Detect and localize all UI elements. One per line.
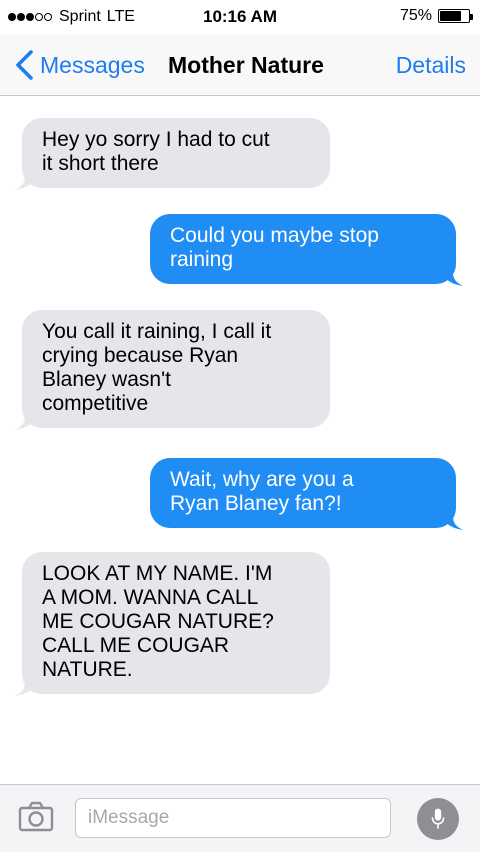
chevron-left-icon xyxy=(16,50,33,80)
status-right: 75% xyxy=(399,7,473,25)
bubble-tail xyxy=(15,416,35,430)
message-line: Hey yo sorry I had to cut xyxy=(42,128,270,151)
message-bubble-incoming: You call it raining, I call it crying be… xyxy=(15,310,330,430)
message-input[interactable] xyxy=(75,798,391,838)
bubble-tail xyxy=(443,516,463,530)
back-button[interactable]: Messages xyxy=(12,49,145,81)
nav-bar: Messages Mother Nature Details xyxy=(0,34,480,96)
battery-percent: 75% xyxy=(399,7,432,24)
battery-tip xyxy=(470,14,473,20)
message-line: ME COUGAR NATURE? xyxy=(42,610,274,633)
message-bubble-outgoing: Wait, why are you a Ryan Blaney fan?! xyxy=(150,458,463,530)
message-list: Hey yo sorry I had to cut it short there… xyxy=(0,96,480,784)
compose-bar xyxy=(0,784,480,852)
back-label: Messages xyxy=(40,51,145,78)
status-bar: Sprint LTE 10:16 AM 75% xyxy=(0,0,480,34)
battery-fill xyxy=(440,11,461,21)
message-line: Blaney wasn't xyxy=(42,368,171,391)
bubble-tail xyxy=(15,176,35,190)
message-line: LOOK AT MY NAME. I'M xyxy=(42,562,273,585)
microphone-icon xyxy=(431,808,445,829)
message-line: You call it raining, I call it xyxy=(42,320,272,343)
message-bubble-incoming: LOOK AT MY NAME. I'M A MOM. WANNA CALL M… xyxy=(15,552,330,696)
message-bubble-incoming: Hey yo sorry I had to cut it short there xyxy=(15,118,330,190)
message-line: NATURE. xyxy=(42,658,133,681)
details-button[interactable]: Details xyxy=(396,52,466,79)
message-line: it short there xyxy=(42,152,159,175)
message-bubble-outgoing: Could you maybe stop raining xyxy=(150,214,463,286)
message-line: crying because Ryan xyxy=(42,344,239,367)
battery-icon xyxy=(438,9,473,23)
message-line: Could you maybe stop xyxy=(170,224,379,247)
conversation-title: Mother Nature xyxy=(168,52,324,78)
camera-button[interactable] xyxy=(18,801,54,833)
message-line: Wait, why are you a xyxy=(170,468,354,491)
camera-icon xyxy=(18,801,54,832)
message-line: raining xyxy=(170,248,234,271)
message-line: competitive xyxy=(42,392,149,415)
bubble-tail xyxy=(15,682,35,696)
message-line: CALL ME COUGAR xyxy=(42,634,230,657)
microphone-button[interactable] xyxy=(417,798,459,840)
bubble-tail xyxy=(443,272,463,286)
message-line: Ryan Blaney fan?! xyxy=(170,492,342,515)
message-line: A MOM. WANNA CALL xyxy=(42,586,259,609)
